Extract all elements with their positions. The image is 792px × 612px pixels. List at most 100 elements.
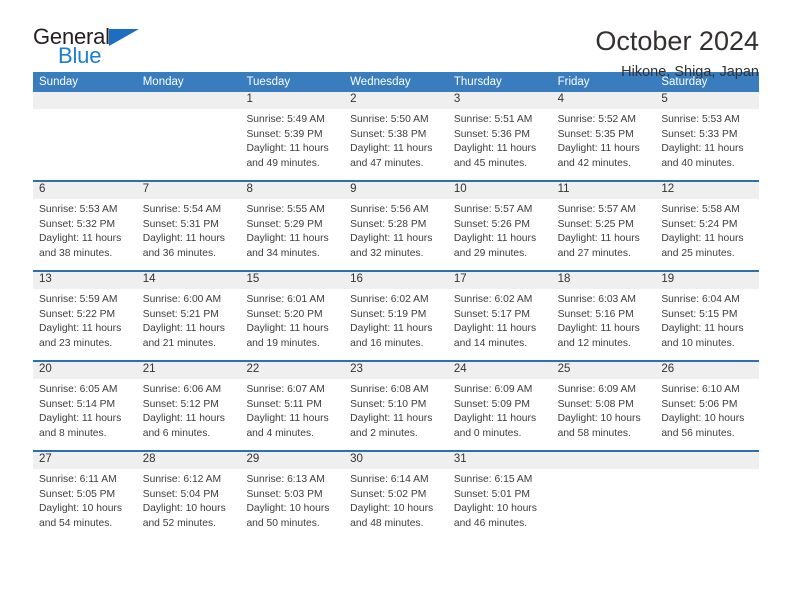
day-cell[interactable]: Sunrise: 5:49 AM Sunset: 5:39 PM Daylight:…: [240, 109, 344, 180]
day-cell[interactable]: Sunrise: 5:53 AM Sunset: 5:32 PM Daylight:…: [33, 199, 137, 270]
sunrise-text: Sunrise: 5:59 AM: [39, 294, 118, 305]
sunrise-text: Sunrise: 6:09 AM: [453, 384, 533, 395]
day-number[interactable]: 18: [552, 272, 656, 289]
day-number[interactable]: 9: [344, 182, 448, 199]
calendar-page: General Blue October 2024 Hikone, Shiga,…: [0, 0, 792, 612]
sunset-text: Sunset: 5:03 PM: [246, 488, 323, 500]
sunset-text: Sunset: 5:35 PM: [557, 128, 634, 140]
day-cell[interactable]: Sunrise: 6:07 AM Sunset: 5:11 PM Daylight:…: [240, 379, 344, 450]
sunset-text: Sunset: 5:08 PM: [557, 398, 634, 410]
day-number[interactable]: 26: [655, 362, 759, 379]
day-number[interactable]: 20: [33, 362, 137, 379]
day-number[interactable]: 17: [448, 272, 552, 289]
sunset-text: Sunset: 5:33 PM: [661, 128, 738, 140]
daylight-text-cont: and 52 minutes.: [142, 517, 216, 529]
day-number[interactable]: 10: [448, 182, 552, 199]
sunset-text: Sunset: 5:19 PM: [350, 308, 427, 320]
day-number[interactable]: 29: [240, 452, 344, 469]
day-number[interactable]: 25: [552, 362, 656, 379]
day-number[interactable]: 13: [33, 272, 137, 289]
calendar-week-row: 20 21 22 23 24 25 26 Sunrise: 6:05 AM Sunset: 5:…: [33, 360, 759, 450]
daylight-text-cont: and 23 minutes.: [39, 337, 113, 349]
day-number[interactable]: 19: [655, 272, 759, 289]
day-cell[interactable]: Sunrise: 6:00 AM Sunset: 5:21 PM Daylight:…: [137, 289, 241, 360]
sunrise-text: Sunrise: 6:12 AM: [142, 474, 222, 485]
day-number[interactable]: 22: [240, 362, 344, 379]
day-cell[interactable]: Sunrise: 6:03 AM Sunset: 5:16 PM Daylight:…: [552, 289, 656, 360]
day-cell[interactable]: Sunrise: 6:12 AM Sunset: 5:04 PM Daylight:…: [137, 469, 241, 540]
day-cell[interactable]: Sunrise: 5:58 AM Sunset: 5:24 PM Daylight:…: [655, 199, 759, 270]
daylight-text: Daylight: 11 hours: [246, 233, 329, 245]
day-cell[interactable]: Sunrise: 6:14 AM Sunset: 5:02 PM Daylight:…: [344, 469, 448, 540]
day-cell[interactable]: Sunrise: 6:01 AM Sunset: 5:20 PM Daylight:…: [240, 289, 344, 360]
day-cell[interactable]: Sunrise: 5:57 AM Sunset: 5:26 PM Daylight:…: [448, 199, 552, 270]
sunset-text: Sunset: 5:14 PM: [39, 398, 116, 410]
daylight-text: Daylight: 11 hours: [246, 413, 329, 425]
day-number[interactable]: 21: [137, 362, 241, 379]
day-cell[interactable]: Sunrise: 6:06 AM Sunset: 5:12 PM Daylight:…: [137, 379, 241, 450]
day-cell[interactable]: Sunrise: 5:50 AM Sunset: 5:38 PM Daylight:…: [344, 109, 448, 180]
day-number[interactable]: 4: [552, 92, 656, 109]
day-number[interactable]: 14: [137, 272, 241, 289]
day-number[interactable]: 12: [655, 182, 759, 199]
day-number[interactable]: 31: [448, 452, 552, 469]
day-number[interactable]: 8: [240, 182, 344, 199]
day-cell[interactable]: Sunrise: 6:02 AM Sunset: 5:19 PM Daylight:…: [344, 289, 448, 360]
daylight-text: Daylight: 11 hours: [142, 323, 225, 335]
day-cell[interactable]: Sunrise: 6:08 AM Sunset: 5:10 PM Daylight:…: [344, 379, 448, 450]
sunset-text: Sunset: 5:22 PM: [39, 308, 116, 320]
daylight-text-cont: and 8 minutes.: [39, 427, 107, 439]
day-number[interactable]: 5: [655, 92, 759, 109]
sunrise-text: Sunrise: 6:02 AM: [453, 294, 533, 305]
daylight-text-cont: and 14 minutes.: [453, 337, 528, 349]
day-cell[interactable]: Sunrise: 6:15 AM Sunset: 5:01 PM Daylight:…: [448, 469, 552, 540]
day-cell[interactable]: Sunrise: 5:53 AM Sunset: 5:33 PM Daylight:…: [655, 109, 759, 180]
day-number[interactable]: 1: [240, 92, 344, 109]
day-cell[interactable]: Sunrise: 5:56 AM Sunset: 5:28 PM Daylight:…: [344, 199, 448, 270]
day-cell[interactable]: Sunrise: 6:05 AM Sunset: 5:14 PM Daylight:…: [33, 379, 137, 450]
day-number[interactable]: 27: [33, 452, 137, 469]
day-number[interactable]: 30: [344, 452, 448, 469]
daylight-text-cont: and 19 minutes.: [246, 337, 320, 349]
sunrise-text: Sunrise: 6:04 AM: [661, 294, 740, 305]
day-cell[interactable]: Sunrise: 5:54 AM Sunset: 5:31 PM Daylight:…: [137, 199, 241, 270]
day-number[interactable]: 2: [344, 92, 448, 109]
day-cell[interactable]: Sunrise: 5:55 AM Sunset: 5:29 PM Daylight:…: [240, 199, 344, 270]
daylight-text: Daylight: 11 hours: [453, 143, 537, 155]
day-number[interactable]: 24: [448, 362, 552, 379]
day-number[interactable]: 23: [344, 362, 448, 379]
day-cell[interactable]: Sunrise: 6:10 AM Sunset: 5:06 PM Daylight:…: [655, 379, 759, 450]
daylight-text: Daylight: 11 hours: [661, 143, 744, 155]
day-cell[interactable]: Sunrise: 6:11 AM Sunset: 5:05 PM Daylight:…: [33, 469, 137, 540]
title-block: October 2024 Hikone, Shiga, Japan: [595, 26, 759, 81]
sunset-text: Sunset: 5:16 PM: [557, 308, 634, 320]
daylight-text-cont: and 38 minutes.: [39, 247, 113, 259]
day-cell[interactable]: Sunrise: 5:52 AM Sunset: 5:35 PM Daylight:…: [552, 109, 656, 180]
daylight-text-cont: and 32 minutes.: [350, 247, 424, 259]
day-number[interactable]: 28: [137, 452, 241, 469]
sunset-text: Sunset: 5:38 PM: [350, 128, 427, 140]
day-cell[interactable]: Sunrise: 6:09 AM Sunset: 5:09 PM Daylight:…: [448, 379, 552, 450]
day-cell[interactable]: Sunrise: 6:02 AM Sunset: 5:17 PM Daylight:…: [448, 289, 552, 360]
day-number[interactable]: 11: [552, 182, 656, 199]
daylight-text-cont: and 36 minutes.: [142, 247, 216, 259]
daylight-text: Daylight: 10 hours: [453, 503, 537, 515]
sunset-text: Sunset: 5:09 PM: [453, 398, 531, 410]
day-cell[interactable]: Sunrise: 5:59 AM Sunset: 5:22 PM Daylight:…: [33, 289, 137, 360]
daylight-text-cont: and 27 minutes.: [557, 247, 631, 259]
day-number[interactable]: 3: [448, 92, 552, 109]
day-cell[interactable]: Sunrise: 6:09 AM Sunset: 5:08 PM Daylight:…: [552, 379, 656, 450]
day-cell[interactable]: Sunrise: 5:57 AM Sunset: 5:25 PM Daylight:…: [552, 199, 656, 270]
day-number[interactable]: 15: [240, 272, 344, 289]
day-cell[interactable]: Sunrise: 6:13 AM Sunset: 5:03 PM Daylight:…: [240, 469, 344, 540]
day-number[interactable]: 6: [33, 182, 137, 199]
sunset-text: Sunset: 5:05 PM: [39, 488, 116, 500]
daylight-text: Daylight: 10 hours: [142, 503, 226, 515]
day-cell[interactable]: Sunrise: 5:51 AM Sunset: 5:36 PM Daylight:…: [448, 109, 552, 180]
sunset-text: Sunset: 5:11 PM: [246, 398, 322, 410]
daylight-text-cont: and 10 minutes.: [661, 337, 735, 349]
day-cell[interactable]: Sunrise: 6:04 AM Sunset: 5:15 PM Daylight:…: [655, 289, 759, 360]
day-number[interactable]: 16: [344, 272, 448, 289]
day-number[interactable]: 7: [137, 182, 241, 199]
day-cell-empty: [655, 469, 759, 540]
